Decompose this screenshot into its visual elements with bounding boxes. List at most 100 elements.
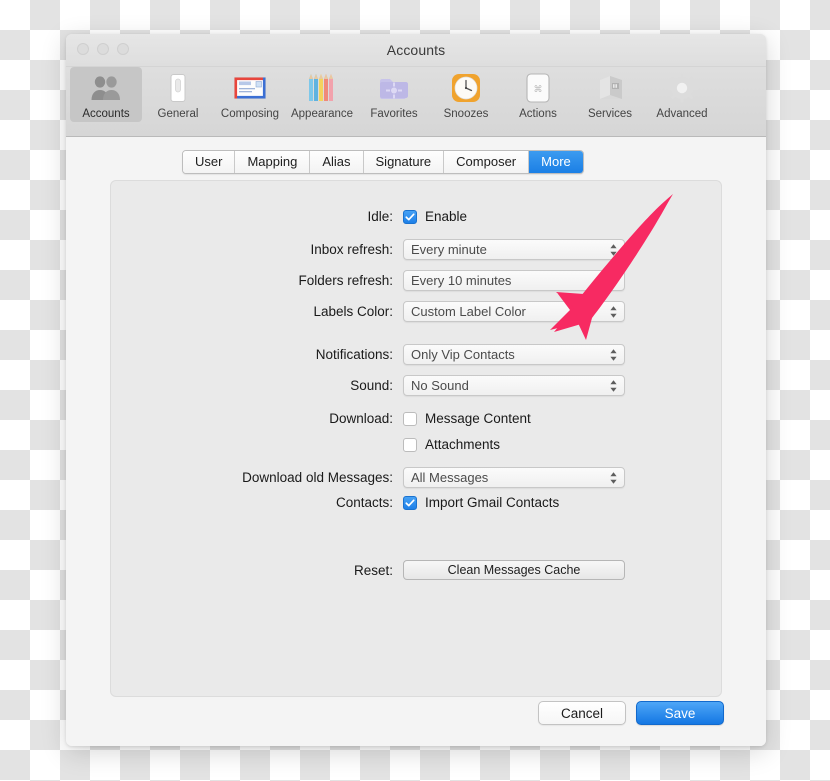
dialog-buttons: Cancel Save	[538, 701, 724, 725]
tab-signature[interactable]: Signature	[363, 151, 445, 173]
download-old-messages-label: Download old Messages:	[242, 470, 393, 485]
accounts-preferences-window: Accounts Accounts General Composing Appe…	[66, 34, 766, 746]
idle-enable-label: Enable	[425, 209, 468, 224]
toolbar-item-label: Accounts	[82, 108, 130, 120]
chevron-up-down-icon	[609, 379, 618, 393]
download-label: Download:	[329, 411, 393, 426]
toolbar-item-label: Actions	[519, 108, 557, 120]
settings-panel: Idle: Enable Inbox refresh: Every minute…	[110, 180, 722, 697]
toolbar-item-accounts[interactable]: Accounts	[70, 67, 142, 122]
row-download: Download: Message Content	[111, 411, 721, 426]
tab-mapping[interactable]: Mapping	[235, 151, 311, 173]
chevron-up-down-icon	[609, 274, 618, 288]
chevron-up-down-icon	[609, 305, 618, 319]
appearance-icon	[305, 71, 339, 105]
advanced-icon	[665, 71, 699, 105]
toolbar-item-actions[interactable]: ⌘ Actions	[502, 67, 574, 122]
row-contacts: Contacts: Import Gmail Contacts	[111, 495, 721, 510]
cancel-button[interactable]: Cancel	[538, 701, 626, 725]
chevron-up-down-icon	[609, 243, 618, 257]
general-icon	[161, 71, 195, 105]
toolbar-item-advanced[interactable]: Advanced	[646, 67, 718, 122]
download-old-messages-value: All Messages	[411, 470, 489, 485]
row-sound: Sound: No Sound	[111, 375, 721, 396]
sound-value: No Sound	[411, 378, 469, 393]
snoozes-icon	[449, 71, 483, 105]
toolbar-item-label: Appearance	[290, 108, 354, 120]
window-titlebar: Accounts	[66, 34, 766, 67]
notifications-value: Only Vip Contacts	[411, 347, 515, 362]
toolbar-item-services[interactable]: Services	[574, 67, 646, 122]
labels-color-dropdown[interactable]: Custom Label Color	[403, 301, 625, 322]
toolbar-item-label: Snoozes	[443, 108, 489, 120]
window-controls	[77, 43, 129, 55]
inbox-refresh-value: Every minute	[411, 242, 487, 257]
composing-icon	[233, 71, 267, 105]
checkmark-icon	[405, 212, 415, 220]
toolbar-item-label: Advanced	[656, 108, 708, 120]
checkbox-box	[403, 209, 417, 224]
tab-alias[interactable]: Alias	[310, 151, 364, 173]
notifications-label: Notifications:	[315, 347, 393, 362]
folders-refresh-dropdown[interactable]: Every 10 minutes	[403, 270, 625, 291]
download-old-messages-dropdown[interactable]: All Messages	[403, 467, 625, 488]
tab-more[interactable]: More	[529, 151, 583, 173]
toolbar-item-general[interactable]: General	[142, 67, 214, 122]
import-gmail-contacts-label: Import Gmail Contacts	[425, 495, 560, 510]
row-reset: Reset: Clean Messages Cache	[111, 560, 721, 580]
checkbox-box	[403, 411, 417, 426]
tab-bar: User Mapping Alias Signature Composer Mo…	[182, 150, 584, 174]
sound-label: Sound:	[350, 378, 393, 393]
toolbar-item-label: Favorites	[370, 108, 418, 120]
chevron-up-down-icon	[609, 471, 618, 485]
minimize-button[interactable]	[97, 43, 109, 55]
sound-dropdown[interactable]: No Sound	[403, 375, 625, 396]
download-attachments-label: Attachments	[425, 437, 501, 452]
chevron-up-down-icon	[609, 348, 618, 362]
zoom-button[interactable]	[117, 43, 129, 55]
download-attachments-checkbox[interactable]: Attachments	[403, 437, 500, 452]
toolbar-item-label: General	[157, 108, 199, 120]
idle-label: Idle:	[367, 209, 393, 224]
favorites-icon	[377, 71, 411, 105]
accounts-icon	[89, 71, 123, 105]
preferences-toolbar: Accounts General Composing Appearance Fa…	[66, 67, 766, 137]
row-notifications: Notifications: Only Vip Contacts	[111, 344, 721, 365]
preferences-body: User Mapping Alias Signature Composer Mo…	[66, 137, 766, 746]
checkbox-box	[403, 437, 417, 452]
toolbar-item-composing[interactable]: Composing	[214, 67, 286, 122]
checkmark-icon	[405, 498, 415, 506]
toolbar-item-favorites[interactable]: Favorites	[358, 67, 430, 122]
row-download-attachments: Attachments	[111, 437, 721, 452]
import-gmail-contacts-checkbox[interactable]: Import Gmail Contacts	[403, 495, 559, 510]
inbox-refresh-label: Inbox refresh:	[310, 242, 393, 257]
actions-icon: ⌘	[521, 71, 555, 105]
toolbar-item-appearance[interactable]: Appearance	[286, 67, 358, 122]
row-inbox-refresh: Inbox refresh: Every minute	[111, 239, 721, 260]
window-title: Accounts	[386, 42, 446, 58]
toolbar-item-label: Composing	[220, 108, 280, 120]
row-folders-refresh: Folders refresh: Every 10 minutes	[111, 270, 721, 291]
svg-text:⌘: ⌘	[534, 84, 543, 94]
toolbar-item-snoozes[interactable]: Snoozes	[430, 67, 502, 122]
download-message-content-label: Message Content	[425, 411, 531, 426]
services-icon	[593, 71, 627, 105]
inbox-refresh-dropdown[interactable]: Every minute	[403, 239, 625, 260]
toolbar-item-label: Services	[587, 108, 633, 120]
tab-composer[interactable]: Composer	[444, 151, 530, 173]
contacts-label: Contacts:	[335, 495, 393, 510]
reset-label: Reset:	[353, 562, 393, 578]
labels-color-label: Labels Color:	[313, 304, 393, 319]
row-download-old-messages: Download old Messages: All Messages	[111, 467, 721, 488]
close-button[interactable]	[77, 43, 89, 55]
row-labels-color: Labels Color: Custom Label Color	[111, 301, 721, 322]
notifications-dropdown[interactable]: Only Vip Contacts	[403, 344, 625, 365]
tab-user[interactable]: User	[183, 151, 236, 173]
download-message-content-checkbox[interactable]: Message Content	[403, 411, 531, 426]
labels-color-value: Custom Label Color	[411, 304, 526, 319]
idle-enable-checkbox[interactable]: Enable	[403, 209, 467, 224]
row-idle: Idle: Enable	[111, 209, 721, 224]
clean-messages-cache-button[interactable]: Clean Messages Cache	[403, 560, 625, 580]
folders-refresh-value: Every 10 minutes	[411, 273, 512, 288]
save-button[interactable]: Save	[636, 701, 724, 725]
